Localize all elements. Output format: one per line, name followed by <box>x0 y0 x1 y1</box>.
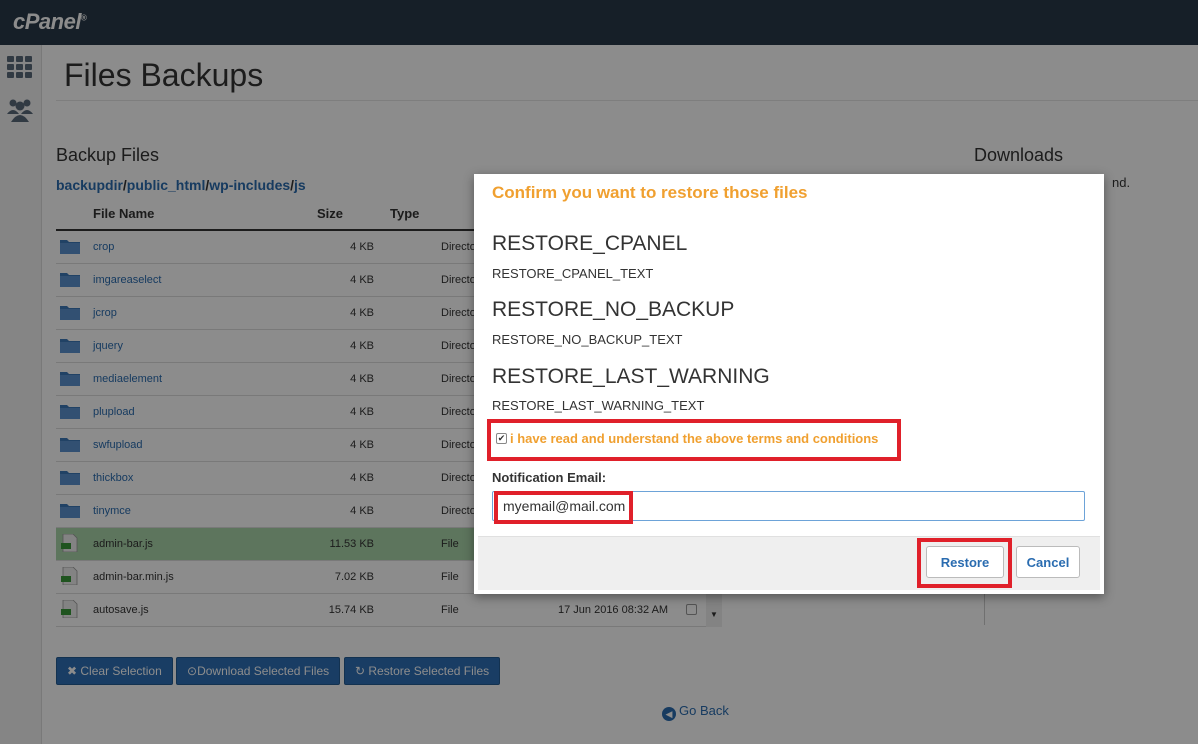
restore-button[interactable]: Restore <box>926 546 1004 578</box>
restore-confirm-dialog: Confirm you want to restore those files … <box>474 174 1104 594</box>
dialog-title: Confirm you want to restore those files <box>492 183 808 202</box>
section-text: RESTORE_NO_BACKUP_TEXT <box>492 332 683 347</box>
terms-highlight: ✔ i have read and understand the above t… <box>487 419 901 461</box>
section-text: RESTORE_CPANEL_TEXT <box>492 266 654 281</box>
notification-email-input[interactable] <box>492 491 1085 521</box>
notification-email-label: Notification Email: <box>492 470 607 485</box>
cancel-button[interactable]: Cancel <box>1016 546 1080 578</box>
section-heading: RESTORE_NO_BACKUP <box>492 298 735 321</box>
terms-label[interactable]: i have read and understand the above ter… <box>510 431 878 446</box>
section-heading: RESTORE_CPANEL <box>492 232 688 255</box>
terms-checkbox[interactable]: ✔ <box>496 433 507 444</box>
section-text: RESTORE_LAST_WARNING_TEXT <box>492 398 705 413</box>
section-heading: RESTORE_LAST_WARNING <box>492 365 770 388</box>
